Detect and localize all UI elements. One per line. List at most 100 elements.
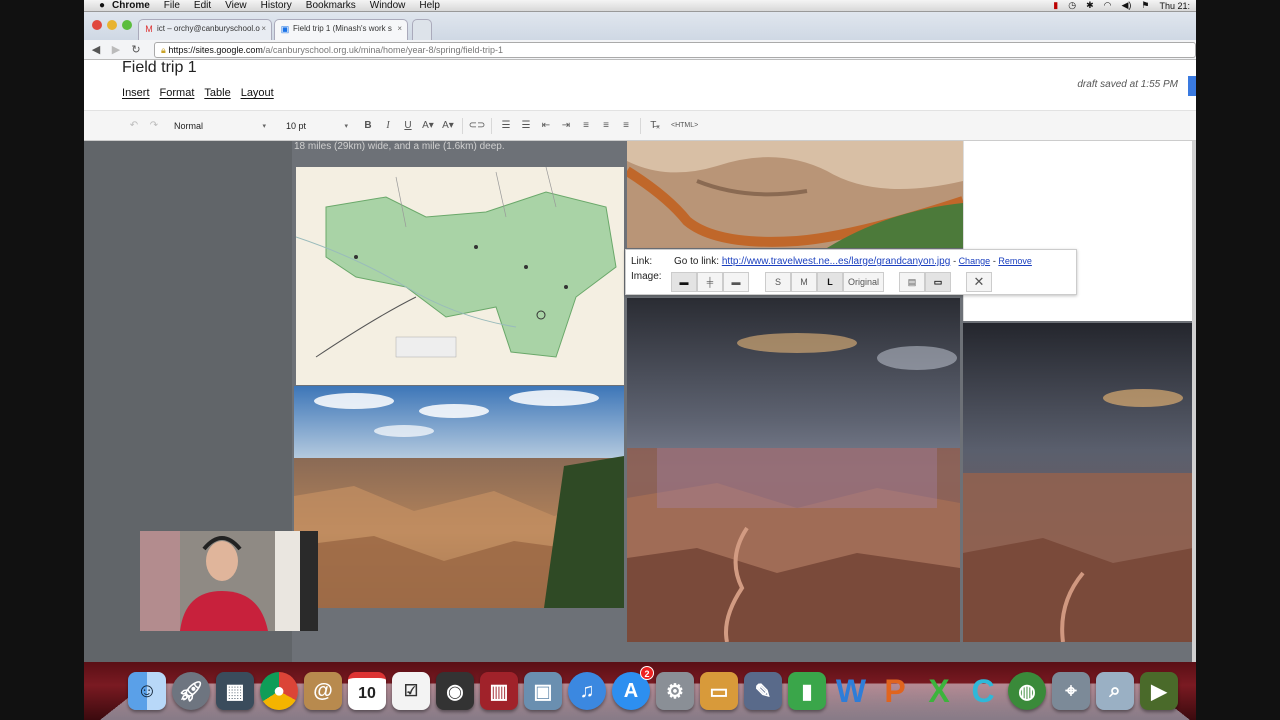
powerpoint-icon[interactable]: P (876, 672, 914, 710)
font-size-select[interactable]: 10 pt ▾ (282, 117, 352, 135)
system-preferences-icon[interactable]: ⚙ (656, 672, 694, 710)
menu-insert[interactable]: Insert (122, 87, 150, 99)
wrap-text-icon[interactable]: ▤ (899, 272, 925, 292)
page-title[interactable]: Field trip 1 (122, 59, 197, 77)
text-color-icon[interactable]: A▾ (418, 120, 438, 131)
clear-formatting-icon[interactable]: T̶ₓ (645, 120, 665, 131)
close-tab-icon[interactable]: × (397, 24, 402, 33)
align-left-icon[interactable]: ≡ (576, 120, 596, 131)
remove-image-icon[interactable]: ✕ (966, 272, 992, 292)
app-icon[interactable]: ▶ (1140, 672, 1178, 710)
word-icon[interactable]: W (832, 672, 870, 710)
align-image-left-icon[interactable]: ▬ (671, 272, 697, 292)
close-window-icon[interactable] (92, 20, 102, 30)
clock[interactable]: Thu 21: (1159, 1, 1190, 11)
park-map-image[interactable] (296, 167, 624, 385)
bold-icon[interactable]: B (358, 120, 378, 131)
volume-icon[interactable]: ◀) (1121, 0, 1131, 11)
increase-indent-icon[interactable]: ⇥ (556, 120, 576, 131)
wifi-icon[interactable]: ◠ (1104, 0, 1112, 11)
canyon-storm-photo-large[interactable] (963, 323, 1193, 642)
undo-icon[interactable]: ↶ (124, 120, 144, 131)
menu-bookmarks[interactable]: Bookmarks (306, 0, 356, 11)
photo-booth-icon[interactable]: ▥ (480, 672, 518, 710)
menu-layout[interactable]: Layout (241, 87, 274, 99)
preview-icon[interactable]: ✎ (744, 672, 782, 710)
redo-icon[interactable]: ↷ (144, 120, 164, 131)
caption-text[interactable]: 18 miles (29km) wide, and a mile (1.6km)… (294, 141, 505, 152)
numbers-icon[interactable]: ▮ (788, 672, 826, 710)
bluetooth-icon[interactable]: ✱ (1086, 0, 1094, 11)
menu-edit[interactable]: Edit (194, 0, 211, 11)
forward-icon[interactable]: ▶ (110, 43, 122, 56)
size-original-button[interactable]: Original (843, 272, 885, 292)
scrollbar[interactable] (1192, 141, 1196, 662)
tab-gmail[interactable]: M ict – orchy@canburyschool.o × (138, 19, 272, 40)
link-url[interactable]: http://www.travelwest.ne...es/large/gran… (722, 256, 950, 267)
reminders-icon[interactable]: ☑ (392, 672, 430, 710)
highlight-color-icon[interactable]: A▾ (438, 120, 458, 131)
paragraph-style-select[interactable]: Normal ▾ (170, 117, 270, 135)
align-image-right-icon[interactable]: ▬ (723, 272, 749, 292)
excel-icon[interactable]: X (920, 672, 958, 710)
image-capture-icon[interactable]: ⌕ (1096, 672, 1134, 710)
no-wrap-icon[interactable]: ▭ (925, 272, 951, 292)
new-tab-button[interactable] (412, 19, 432, 40)
remove-link[interactable]: Remove (998, 256, 1032, 266)
italic-icon[interactable]: I (378, 120, 398, 131)
tab-field-trip[interactable]: ▣ Field trip 1 (Minash's work s × (274, 19, 408, 40)
underline-icon[interactable]: U (398, 120, 418, 131)
apple-icon[interactable]: ● (92, 0, 112, 11)
iphoto-icon[interactable]: ▣ (524, 672, 562, 710)
menu-table[interactable]: Table (204, 87, 230, 99)
mac-menu-bar: ● Chrome File Edit View History Bookmark… (84, 0, 1196, 12)
itunes-icon[interactable]: ♫ (568, 672, 606, 710)
finder-icon[interactable]: ☺ (128, 672, 166, 710)
zoom-window-icon[interactable] (122, 20, 132, 30)
menu-file[interactable]: File (164, 0, 180, 11)
contacts-icon[interactable]: @ (304, 672, 342, 710)
calendar-icon[interactable]: 10 (348, 672, 386, 710)
storm-drawing-2 (963, 323, 1193, 642)
menu-history[interactable]: History (261, 0, 292, 11)
battery-icon[interactable]: ▮ (1053, 0, 1058, 11)
link-icon[interactable]: ⊂⊃ (467, 120, 487, 131)
menu-help[interactable]: Help (419, 0, 440, 11)
size-small-button[interactable]: S (765, 272, 791, 292)
menu-format[interactable]: Format (160, 87, 195, 99)
facetime-icon[interactable]: ◉ (436, 672, 474, 710)
notification-badge: 2 (640, 666, 654, 680)
bulleted-list-icon[interactable]: ☰ (516, 120, 536, 131)
mission-control-icon[interactable]: ▦ (216, 672, 254, 710)
menu-window[interactable]: Window (370, 0, 406, 11)
address-bar[interactable]: 🔒︎ https://sites.google.com/a/canburysch… (154, 41, 1196, 58)
size-medium-button[interactable]: M (791, 272, 817, 292)
align-right-icon[interactable]: ≡ (616, 120, 636, 131)
lync-icon[interactable]: C (964, 672, 1002, 710)
launchpad-icon[interactable]: 🚀︎ (172, 672, 210, 710)
canyon-storm-photo[interactable] (627, 298, 960, 642)
app-store-icon[interactable]: A 2 (612, 666, 654, 710)
colorado-river-photo[interactable] (627, 141, 963, 248)
align-center-icon[interactable]: ≡ (596, 120, 616, 131)
minimize-window-icon[interactable] (107, 20, 117, 30)
keynote-icon[interactable]: ▭ (700, 672, 738, 710)
menu-view[interactable]: View (225, 0, 247, 11)
menu-app-name[interactable]: Chrome (112, 0, 150, 11)
align-image-center-icon[interactable]: ╪ (697, 272, 723, 292)
chrome-icon[interactable]: ● (260, 672, 298, 710)
flag-icon[interactable]: ⚑ (1141, 0, 1149, 11)
numbered-list-icon[interactable]: ☰ (496, 120, 516, 131)
size-large-button[interactable]: L (817, 272, 843, 292)
grand-canyon-photo[interactable] (294, 386, 624, 608)
reload-icon[interactable]: ↻ (130, 43, 142, 56)
satellite-icon[interactable]: ⌖ (1052, 672, 1090, 710)
html-button[interactable]: <HTML> (671, 122, 698, 129)
change-link[interactable]: Change (959, 256, 991, 266)
network-icon[interactable]: ◍ (1008, 672, 1046, 710)
time-machine-icon[interactable]: ◷ (1068, 0, 1076, 11)
close-tab-icon[interactable]: × (261, 24, 266, 33)
decrease-indent-icon[interactable]: ⇤ (536, 120, 556, 131)
back-icon[interactable]: ◀ (90, 43, 102, 56)
save-button[interactable] (1188, 76, 1196, 96)
